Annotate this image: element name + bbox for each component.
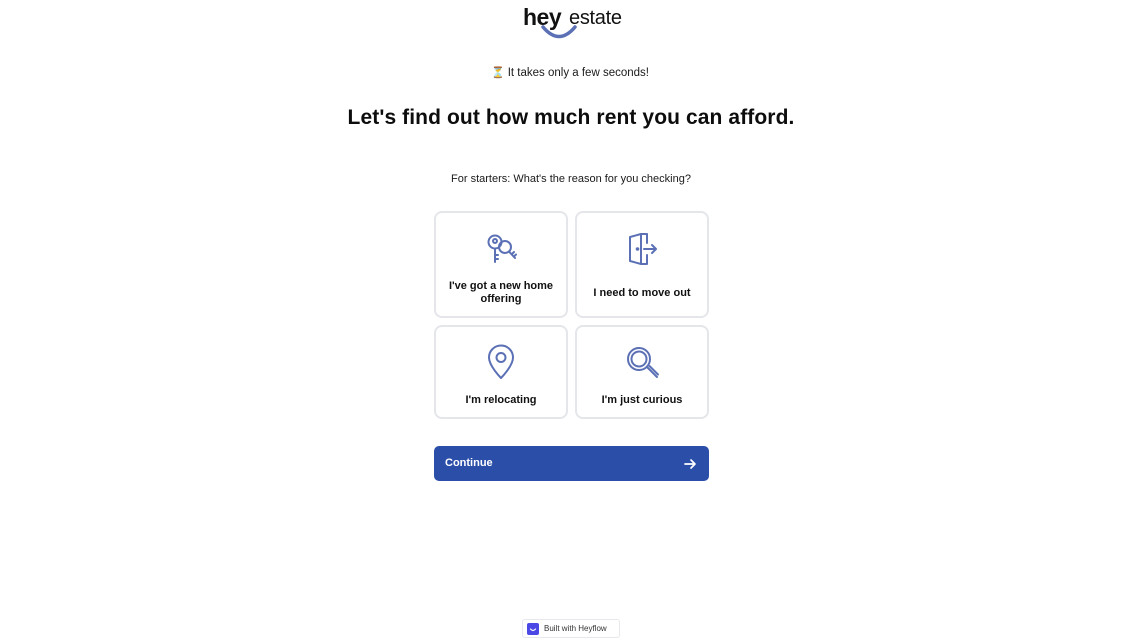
logo-smile-icon xyxy=(541,25,577,39)
built-with-heyflow-badge[interactable]: Built with Heyflow xyxy=(522,619,620,638)
door-exit-icon xyxy=(629,233,657,265)
page: hey estate ⏳ It takes only a few seconds!… xyxy=(0,0,1140,644)
option-label: I'm relocating xyxy=(465,394,537,406)
heyflow-logo-icon xyxy=(527,623,539,635)
question-text: For starters: What's the reason for you … xyxy=(451,173,691,185)
option-move-out[interactable]: I need to move out xyxy=(575,211,709,318)
keys-icon xyxy=(487,234,517,263)
page-title: Let's find out how much rent you can aff… xyxy=(347,106,795,129)
arrow-right-icon xyxy=(684,459,696,469)
option-label: I've got a new home offering xyxy=(448,280,554,305)
subtitle: ⏳ It takes only a few seconds! xyxy=(0,66,1140,79)
location-pin-icon xyxy=(488,344,514,379)
option-relocating[interactable]: I'm relocating xyxy=(434,325,568,419)
continue-label: Continue xyxy=(445,457,493,469)
option-just-curious[interactable]: I'm just curious xyxy=(575,325,709,419)
subtitle-text: It takes only a few seconds! xyxy=(507,67,649,79)
continue-button[interactable]: Continue xyxy=(434,446,709,481)
badge-text: Built with Heyflow xyxy=(544,624,607,633)
magnifier-icon xyxy=(627,347,659,378)
heyestate-logo[interactable]: hey estate xyxy=(520,4,624,44)
option-new-home-offering[interactable]: I've got a new home offering xyxy=(434,211,568,318)
option-label: I need to move out xyxy=(593,287,691,299)
option-label: I'm just curious xyxy=(601,394,683,406)
hourglass-icon: ⏳ xyxy=(491,67,505,79)
